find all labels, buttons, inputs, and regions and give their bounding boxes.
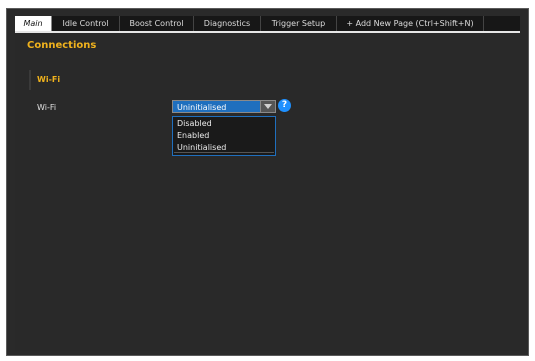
tab-boost-control[interactable]: Boost Control xyxy=(120,16,194,31)
tab-add-new-page[interactable]: + Add New Page (Ctrl+Shift+N) xyxy=(337,16,484,31)
page-content: Connections Wi-Fi Wi-Fi Uninitialised ? … xyxy=(15,33,520,351)
page-title: Connections xyxy=(27,40,97,51)
section-indicator xyxy=(29,70,31,90)
wifi-dropdown-list: Disabled Enabled Uninitialised xyxy=(172,116,276,156)
option-disabled[interactable]: Disabled xyxy=(177,119,212,129)
tab-diagnostics[interactable]: Diagnostics xyxy=(194,16,261,31)
tab-bar: Main Idle Control Boost Control Diagnost… xyxy=(15,16,520,33)
app-window: Main Idle Control Boost Control Diagnost… xyxy=(6,8,529,356)
dropdown-divider xyxy=(174,152,274,153)
option-enabled[interactable]: Enabled xyxy=(177,131,209,141)
chevron-down-icon[interactable] xyxy=(260,101,275,112)
wifi-field-label: Wi-Fi xyxy=(37,103,57,112)
tab-idle-control[interactable]: Idle Control xyxy=(52,16,120,31)
tab-main[interactable]: Main xyxy=(15,16,52,31)
wifi-select-value: Uninitialised xyxy=(177,103,227,112)
tab-trigger-setup[interactable]: Trigger Setup xyxy=(261,16,337,31)
wifi-select[interactable]: Uninitialised xyxy=(172,100,276,113)
section-title: Wi-Fi xyxy=(37,75,61,84)
help-icon[interactable]: ? xyxy=(278,99,291,112)
